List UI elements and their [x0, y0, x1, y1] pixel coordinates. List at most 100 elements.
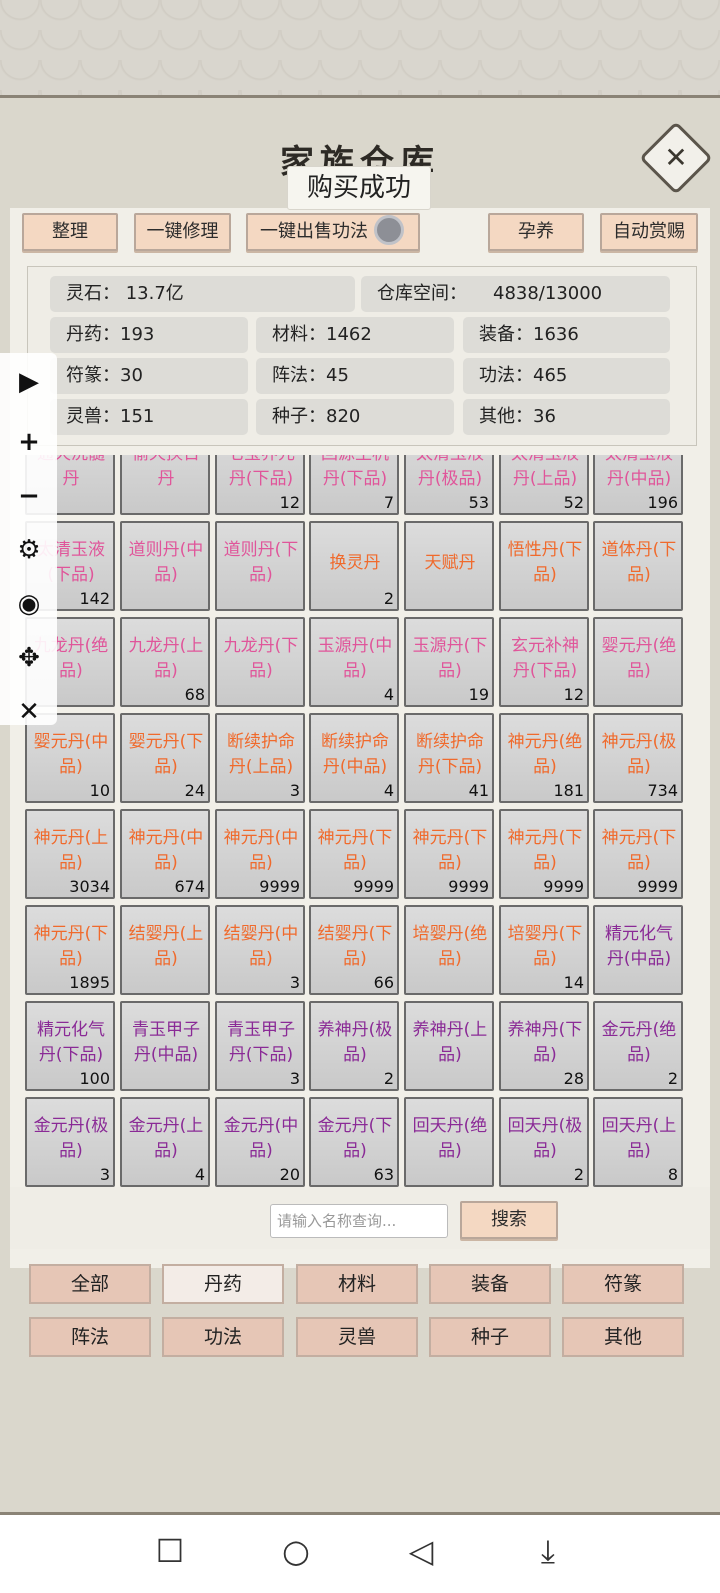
formations-stat: 阵法：45: [256, 358, 454, 394]
search-button[interactable]: 搜索: [460, 1201, 558, 1239]
item-count: 734: [647, 781, 678, 800]
storage-stat: 仓库空间： 4838/13000: [361, 276, 670, 312]
move-icon[interactable]: ✥: [12, 641, 46, 675]
item-cell[interactable]: 玉源丹(下品) 19: [404, 617, 494, 707]
item-cell[interactable]: 回源生机丹(下品)7: [309, 455, 399, 515]
item-cell[interactable]: 养神丹(上品): [404, 1001, 494, 1091]
category-tab[interactable]: 阵法: [29, 1317, 151, 1357]
back-triangle-icon[interactable]: ◁: [401, 1531, 441, 1571]
item-cell[interactable]: 七宝养元丹(下品)12: [215, 455, 305, 515]
item-cell[interactable]: 婴元丹(下品) 24: [120, 713, 210, 803]
item-cell[interactable]: 换灵丹 2: [309, 521, 399, 611]
download-icon[interactable]: ⤓: [528, 1531, 568, 1571]
item-grid[interactable]: 通天洗髓丹偷天换日丹七宝养元丹(下品)12回源生机丹(下品)7太清玉液丹(极品)…: [25, 455, 695, 1187]
item-cell[interactable]: 九龙丹(下品): [215, 617, 305, 707]
item-cell[interactable]: 婴元丹(绝品): [593, 617, 683, 707]
item-cell[interactable]: 偷天换日丹: [120, 455, 210, 515]
item-cell[interactable]: 断续护命丹(中品) 4: [309, 713, 399, 803]
category-tab[interactable]: 其他: [562, 1317, 684, 1357]
item-cell[interactable]: 金元丹(上品) 4: [120, 1097, 210, 1187]
item-cell[interactable]: 太清玉液丹(上品)52: [499, 455, 589, 515]
item-cell[interactable]: 玄元补神丹(下品) 12: [499, 617, 589, 707]
item-cell[interactable]: 金元丹(绝品) 2: [593, 1001, 683, 1091]
item-cell[interactable]: 回天丹(上品) 8: [593, 1097, 683, 1187]
item-cell[interactable]: 金元丹(下品) 63: [309, 1097, 399, 1187]
category-tab[interactable]: 种子: [429, 1317, 551, 1357]
play-icon[interactable]: ▶: [12, 365, 46, 399]
item-cell[interactable]: 结婴丹(下品) 66: [309, 905, 399, 995]
item-cell[interactable]: 道则丹(下品): [215, 521, 305, 611]
category-tab[interactable]: 材料: [296, 1264, 418, 1304]
item-cell[interactable]: 太清玉液丹(中品)196: [593, 455, 683, 515]
item-cell[interactable]: 神元丹(下品) 9999: [309, 809, 399, 899]
item-cell[interactable]: 培婴丹(绝品): [404, 905, 494, 995]
item-cell[interactable]: 神元丹(中品) 674: [120, 809, 210, 899]
item-name: 精元化气丹(中品): [605, 924, 673, 969]
item-cell[interactable]: 神元丹(下品) 9999: [499, 809, 589, 899]
item-cell[interactable]: 神元丹(极品) 734: [593, 713, 683, 803]
others-stat: 其他：36: [463, 399, 670, 435]
eye-icon[interactable]: ◉: [12, 587, 46, 621]
item-cell[interactable]: 断续护命丹(上品) 3: [215, 713, 305, 803]
item-count: 10: [89, 781, 110, 800]
spirit-stone-stat: 灵石： 13.7亿: [50, 276, 355, 312]
item-count: 4: [383, 685, 394, 704]
plus-icon[interactable]: +: [12, 425, 46, 459]
search-input[interactable]: 请输入名称查询...: [270, 1204, 448, 1238]
item-count: 3: [289, 781, 300, 800]
square-icon[interactable]: ☐: [150, 1531, 190, 1571]
item-cell[interactable]: 道则丹(中品): [120, 521, 210, 611]
item-cell[interactable]: 青玉甲子丹(下品) 3: [215, 1001, 305, 1091]
sell-skills-button[interactable]: 一键出售功法: [246, 213, 420, 251]
category-tab[interactable]: 符篆: [562, 1264, 684, 1304]
category-tab[interactable]: 全部: [29, 1264, 151, 1304]
item-cell[interactable]: 悟性丹(下品): [499, 521, 589, 611]
category-tab[interactable]: 灵兽: [296, 1317, 418, 1357]
item-cell[interactable]: 玉源丹(中品) 4: [309, 617, 399, 707]
item-cell[interactable]: 神元丹(绝品) 181: [499, 713, 589, 803]
item-cell[interactable]: 断续护命丹(下品) 41: [404, 713, 494, 803]
category-tab[interactable]: 功法: [162, 1317, 284, 1357]
item-count: 4: [383, 781, 394, 800]
item-cell[interactable]: 金元丹(极品) 3: [25, 1097, 115, 1187]
circle-icon[interactable]: ○: [276, 1531, 316, 1571]
nurture-button[interactable]: 孕养: [488, 213, 584, 251]
item-count: 196: [647, 493, 678, 512]
item-cell[interactable]: 天赋丹: [404, 521, 494, 611]
item-cell[interactable]: 回天丹(极品) 2: [499, 1097, 589, 1187]
item-cell[interactable]: 养神丹(下品) 28: [499, 1001, 589, 1091]
item-count: 66: [373, 973, 394, 992]
close-icon[interactable]: ✕: [12, 695, 46, 729]
item-cell[interactable]: 神元丹(上品) 3034: [25, 809, 115, 899]
item-cell[interactable]: 太清玉液丹(极品)53: [404, 455, 494, 515]
item-name: 回天丹(绝品): [412, 1116, 488, 1161]
item-cell[interactable]: 青玉甲子丹(中品): [120, 1001, 210, 1091]
item-count: 9999: [448, 877, 489, 896]
item-cell[interactable]: 回天丹(绝品): [404, 1097, 494, 1187]
item-cell[interactable]: 结婴丹(上品): [120, 905, 210, 995]
item-count: 63: [373, 1165, 394, 1184]
item-cell[interactable]: 神元丹(下品) 1895: [25, 905, 115, 995]
item-count: 28: [563, 1069, 584, 1088]
category-tab[interactable]: 丹药: [162, 1264, 284, 1304]
item-cell[interactable]: 神元丹(下品) 9999: [404, 809, 494, 899]
item-cell[interactable]: 结婴丹(中品) 3: [215, 905, 305, 995]
item-cell[interactable]: 精元化气丹(中品): [593, 905, 683, 995]
item-cell[interactable]: 道体丹(下品): [593, 521, 683, 611]
gear-icon[interactable]: ⚙: [12, 533, 46, 567]
tidy-button[interactable]: 整理: [22, 213, 118, 251]
item-cell[interactable]: 神元丹(下品) 9999: [593, 809, 683, 899]
toast-message: 购买成功: [287, 166, 431, 210]
category-tab[interactable]: 装备: [429, 1264, 551, 1304]
item-cell[interactable]: 养神丹(极品) 2: [309, 1001, 399, 1091]
repair-all-button[interactable]: 一键修理: [134, 213, 231, 251]
item-cell[interactable]: 培婴丹(下品) 14: [499, 905, 589, 995]
auto-reward-button[interactable]: 自动赏赐: [600, 213, 698, 251]
item-cell[interactable]: 九龙丹(上品) 68: [120, 617, 210, 707]
minus-icon[interactable]: −: [12, 479, 46, 513]
item-cell[interactable]: 精元化气丹(下品) 100: [25, 1001, 115, 1091]
item-cell[interactable]: 神元丹(中品) 9999: [215, 809, 305, 899]
item-count: 142: [79, 589, 110, 608]
item-cell[interactable]: 金元丹(中品) 20: [215, 1097, 305, 1187]
item-count: 52: [563, 493, 584, 512]
